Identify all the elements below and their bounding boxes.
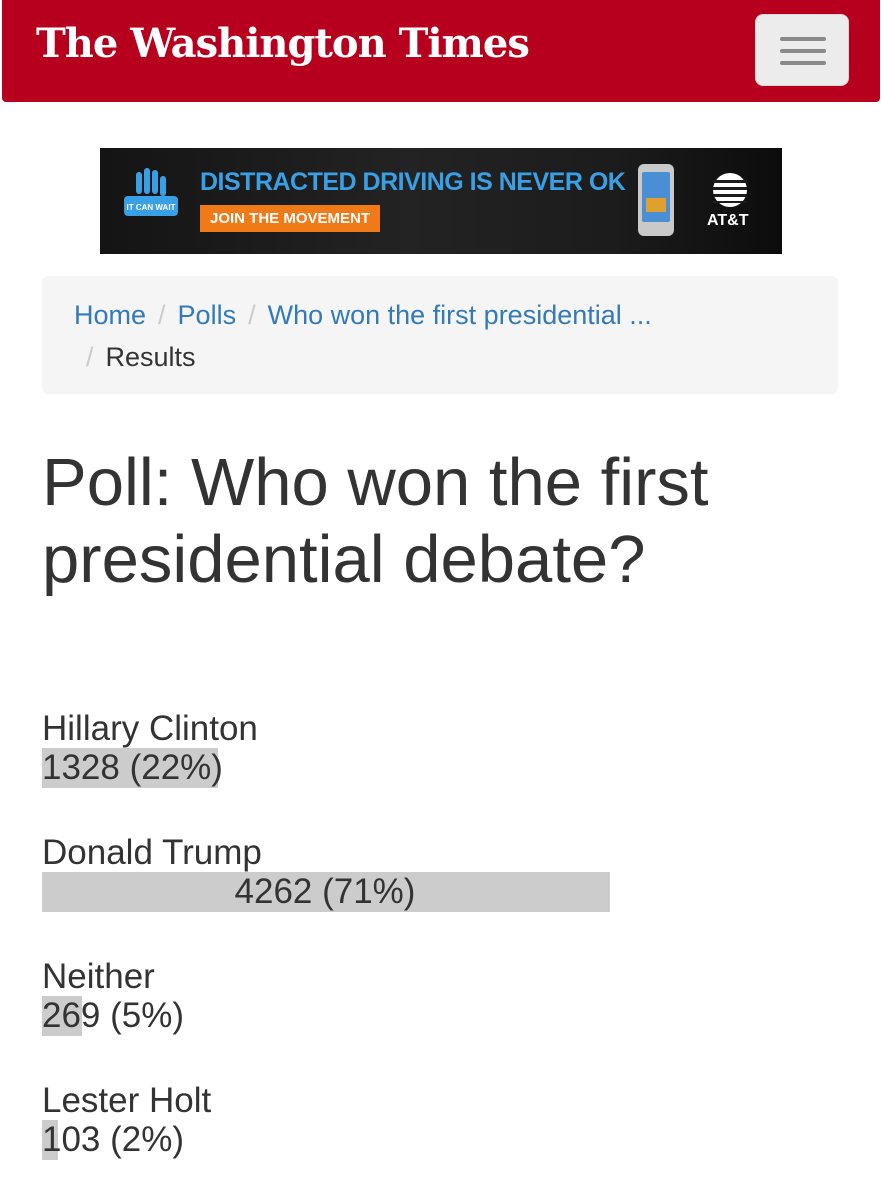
result-count: 1328 (22%) — [42, 748, 223, 787]
poll-result: Donald Trump 4262 (71%) — [42, 834, 842, 912]
ad-banner[interactable]: IT CAN WAIT DISTRACTED DRIVING IS NEVER … — [100, 148, 782, 254]
page-title: Poll: Who won the first presidential deb… — [42, 445, 709, 597]
ad-badge-text: IT CAN WAIT — [127, 203, 176, 212]
result-bar-track: 269 (5%) — [42, 996, 842, 1036]
site-header: The Washington Times — [2, 0, 880, 102]
result-count: 4262 (71%) — [234, 872, 416, 911]
breadcrumb: Home / Polls / Who won the first presidentia… — [42, 276, 838, 394]
hamburger-menu-button[interactable] — [755, 14, 849, 86]
menu-icon-bar — [780, 61, 826, 65]
poll-result: Neither 269 (5%) — [42, 958, 842, 1036]
poll-result: Hillary Clinton 1328 (22%) — [42, 710, 842, 788]
menu-icon — [780, 37, 826, 41]
poll-result: Lester Holt 103 (2%) — [42, 1082, 842, 1160]
breadcrumb-separator: / — [86, 342, 94, 372]
result-label: Hillary Clinton — [42, 709, 258, 748]
result-label: Neither — [42, 957, 155, 996]
ad-cta-button[interactable]: JOIN THE MOVEMENT — [200, 205, 381, 232]
ad-headline: DISTRACTED DRIVING IS NEVER OK — [200, 168, 626, 196]
breadcrumb-home-link[interactable]: Home — [74, 300, 146, 330]
site-logo[interactable]: The Washington Times — [36, 20, 530, 67]
breadcrumb-current: Results — [105, 342, 196, 372]
att-globe-icon — [713, 173, 747, 207]
breadcrumb-line: / Results — [74, 342, 196, 373]
breadcrumb-line: Home / Polls / Who won the first presidentia… — [74, 300, 652, 331]
result-bar-track: 1328 (22%) — [42, 748, 842, 788]
breadcrumb-separator: / — [248, 300, 256, 330]
result-label: Donald Trump — [42, 833, 262, 872]
breadcrumb-separator: / — [158, 300, 166, 330]
it-can-wait-hand-icon: IT CAN WAIT — [124, 168, 178, 216]
menu-icon-bar — [780, 49, 826, 53]
breadcrumb-poll-link[interactable]: Who won the first presidential ... — [268, 300, 652, 330]
ad-sponsor: AT&T — [707, 212, 749, 229]
page: The Washington Times IT CAN WAIT DISTRAC… — [0, 0, 882, 1200]
breadcrumb-polls-link[interactable]: Polls — [178, 300, 237, 330]
result-label: Lester Holt — [42, 1081, 212, 1120]
result-bar-track: 4262 (71%) — [42, 872, 842, 912]
result-count: 269 (5%) — [42, 996, 185, 1035]
result-bar-track: 103 (2%) — [42, 1120, 842, 1160]
result-count: 103 (2%) — [42, 1120, 185, 1159]
phone-icon — [638, 164, 674, 236]
